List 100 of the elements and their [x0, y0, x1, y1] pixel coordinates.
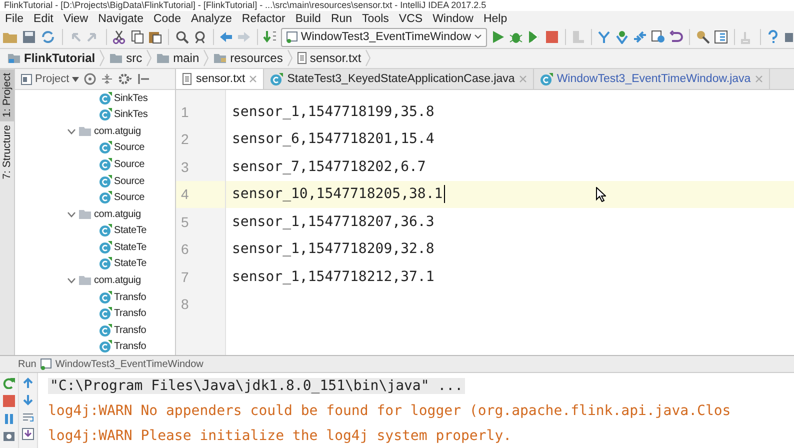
menu-item[interactable]: File [0, 10, 29, 27]
menu-item[interactable]: Window [428, 10, 478, 27]
pause-icon[interactable] [3, 413, 15, 425]
menu-item[interactable]: Edit [28, 10, 58, 27]
paste-icon[interactable] [148, 30, 162, 44]
menu-item[interactable]: Build [290, 10, 326, 27]
tree-item[interactable]: Source [15, 189, 175, 206]
menu-item[interactable]: Run [326, 10, 358, 27]
tool-window-tab[interactable]: 1: Project [0, 69, 14, 122]
run-configuration-dropdown[interactable]: WindowTest3_EventTimeWindow [280, 28, 488, 47]
class-icon [99, 307, 112, 320]
soft-wrap-icon[interactable] [22, 411, 34, 423]
editor-tab[interactable]: sensor.txt [176, 69, 264, 89]
tree-item[interactable]: com.atguig [15, 123, 175, 140]
tree-item[interactable]: com.atguig [15, 206, 175, 222]
chevron-down-icon [474, 34, 482, 40]
close-icon[interactable] [518, 75, 527, 83]
gear-icon[interactable] [118, 73, 132, 85]
class-icon [99, 257, 112, 270]
coverage-icon[interactable] [527, 30, 542, 44]
up-arrow-icon[interactable] [22, 377, 34, 389]
toolbar-overflow-icon[interactable] [784, 30, 794, 44]
caret-icon [72, 76, 80, 82]
close-icon[interactable] [249, 75, 258, 83]
breadcrumb[interactable]: sensor.txt [292, 51, 366, 66]
class-icon [99, 191, 112, 204]
code-line: sensor_1,1547718212,37.1 [232, 268, 434, 285]
tree-item[interactable]: com.atguig [15, 272, 175, 289]
breadcrumb[interactable]: resources [209, 51, 287, 66]
folder-icon [156, 52, 170, 64]
code-line: sensor_1,1547718199,35.8 [232, 104, 434, 120]
tree-item[interactable]: StateTe [15, 222, 175, 240]
breadcrumb[interactable]: src [105, 51, 146, 66]
close-icon[interactable] [754, 75, 763, 83]
tree-item[interactable]: StateTe [15, 239, 175, 256]
hide-panel-icon[interactable] [137, 73, 150, 85]
run-icon[interactable] [491, 30, 506, 44]
breadcrumb[interactable]: main [152, 51, 204, 66]
sync-icon[interactable] [40, 29, 56, 46]
console-warning: log4j:WARN Please initialize the log4j system properly. [48, 428, 512, 444]
tree-item[interactable]: Transfo [15, 288, 175, 306]
back-arrow-icon[interactable] [218, 30, 233, 44]
vcs-commit-icon[interactable] [615, 30, 630, 44]
class-icon [99, 92, 112, 105]
project-folder-icon [7, 52, 21, 64]
menu-item[interactable]: Refactor [236, 10, 290, 27]
menu-item[interactable]: Help [478, 10, 512, 27]
breadcrumb[interactable]: FlinkTutorial [3, 51, 100, 66]
down-arrow-icon[interactable] [22, 394, 34, 406]
scroll-to-end-icon[interactable] [22, 428, 34, 440]
code-line: sensor_1,1547718209,32.8 [232, 241, 434, 258]
copy-icon[interactable] [130, 30, 144, 44]
tree-item[interactable]: SinkTes [15, 90, 175, 107]
revert-icon[interactable] [669, 30, 684, 44]
menu-item[interactable]: Code [148, 10, 186, 27]
collapse-all-icon[interactable] [101, 73, 114, 85]
tree-item[interactable]: SinkTes [15, 106, 175, 124]
help-icon[interactable] [766, 30, 780, 44]
menu-item[interactable]: Analyze [186, 10, 237, 27]
tree-item[interactable]: Source [15, 172, 175, 190]
replace-icon[interactable] [192, 30, 207, 44]
tree-item[interactable]: StateTe [15, 256, 175, 272]
text-file-icon [296, 52, 307, 64]
search-icon[interactable] [174, 30, 189, 44]
stop-icon[interactable] [2, 394, 16, 408]
editor-tab[interactable]: WindowTest3_EventTimeWindow.java [534, 69, 770, 89]
code-line: sensor_7,1547718202,6.7 [232, 158, 426, 175]
line-number: 7 [180, 268, 190, 287]
run-configuration-tab[interactable]: WindowTest3_EventTimeWindow [40, 358, 204, 370]
tree-item[interactable]: Source [15, 140, 175, 156]
tree-item[interactable]: Source [15, 156, 175, 173]
menu-item[interactable]: VCS [394, 10, 428, 27]
menu-item[interactable]: Navigate [93, 10, 148, 27]
run-panel-label: Run [18, 358, 36, 370]
line-number: 8 [180, 295, 190, 314]
tree-item[interactable]: Transfo [15, 305, 175, 322]
camera-icon[interactable] [3, 430, 15, 442]
locate-icon[interactable] [84, 73, 96, 85]
history-icon[interactable] [651, 30, 666, 44]
stop-icon[interactable] [545, 30, 560, 44]
menu-item[interactable]: Tools [357, 10, 394, 27]
build-icon[interactable] [262, 30, 277, 44]
save-icon[interactable] [22, 30, 36, 44]
line-number: 3 [180, 158, 190, 177]
tree-item[interactable]: Transfo [15, 338, 175, 355]
line-number: 1 [180, 102, 190, 122]
project-structure-icon[interactable] [714, 30, 728, 44]
menu-item[interactable]: View [58, 10, 94, 27]
vcs-update-icon[interactable] [597, 30, 612, 44]
editor-tab[interactable]: StateTest3_KeyedStateApplicationCase.java [264, 69, 534, 89]
compare-icon[interactable] [633, 30, 648, 44]
rerun-icon[interactable] [3, 377, 15, 389]
code-line: sensor_1,1547718207,36.3 [232, 214, 434, 230]
class-icon [99, 158, 112, 172]
scissors-icon[interactable] [112, 30, 126, 44]
class-icon [99, 108, 112, 122]
bug-icon[interactable] [509, 30, 524, 44]
tree-item[interactable]: Transfo [15, 322, 175, 338]
folder-icon[interactable] [2, 30, 18, 44]
tool-window-tab[interactable]: 7: Structure [0, 121, 14, 184]
